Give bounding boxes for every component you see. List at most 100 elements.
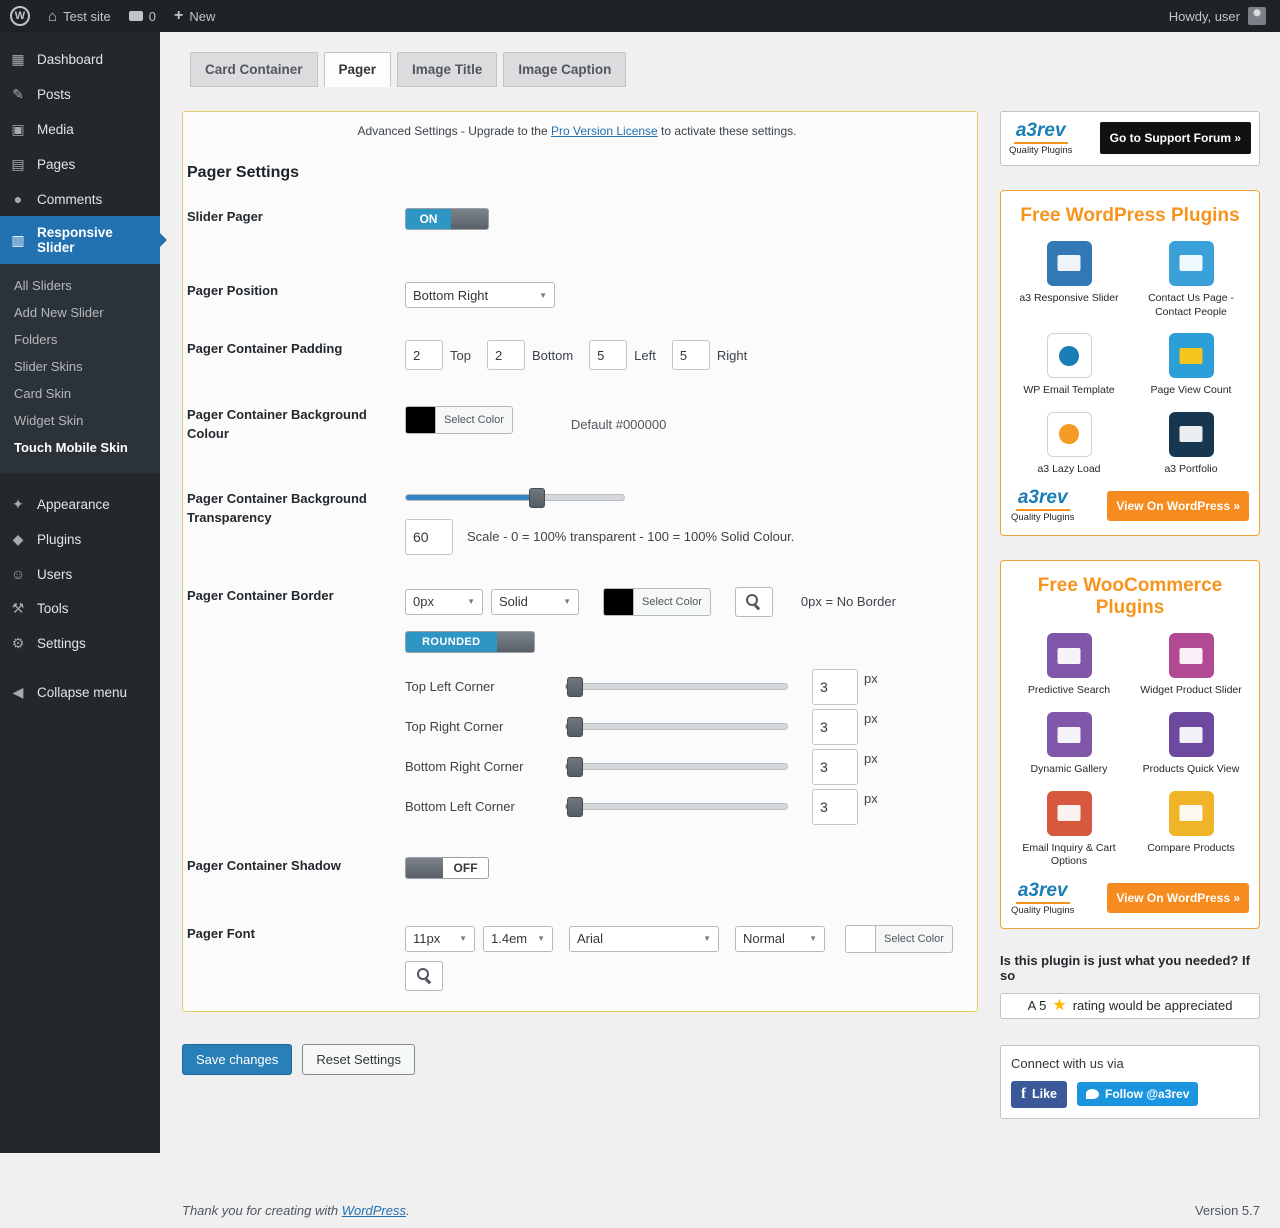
pager-border-label: Pager Container Border <box>187 587 405 829</box>
top-right-corner-slider[interactable] <box>565 723 788 730</box>
padding-left-word: Left <box>634 348 656 363</box>
submenu-add-new-slider[interactable]: Add New Slider <box>0 299 160 326</box>
new-content-menu[interactable]: + New <box>174 8 215 24</box>
slider-fill <box>406 495 537 500</box>
padding-left-input[interactable] <box>589 340 627 370</box>
transparency-slider[interactable] <box>405 494 625 501</box>
account-menu[interactable]: Howdy, user <box>1169 7 1266 25</box>
slider-knob[interactable] <box>567 677 583 697</box>
star-icon: ★ <box>1052 998 1066 1014</box>
go-to-support-forum-button[interactable]: Go to Support Forum » <box>1100 122 1251 154</box>
slider-knob[interactable] <box>529 488 545 508</box>
submenu-widget-skin[interactable]: Widget Skin <box>0 407 160 434</box>
bg-colour-picker-button[interactable]: Select Color <box>405 406 513 434</box>
pager-position-value: Bottom Right <box>413 288 488 303</box>
sidebar-item-settings[interactable]: ⚙ Settings <box>0 626 160 661</box>
twitter-follow-button[interactable]: Follow @a3rev <box>1077 1082 1198 1106</box>
font-size-select[interactable]: 11px ▼ <box>405 926 475 952</box>
font-line-height-select[interactable]: 1.4em ▼ <box>483 926 553 952</box>
pager-bg-colour-control: Select Color Default #000000 <box>405 406 967 444</box>
reset-settings-button[interactable]: Reset Settings <box>302 1044 415 1075</box>
bottom-right-corner-slider[interactable] <box>565 763 788 770</box>
plugin-caption: Contact Us Page - Contact People <box>1135 292 1247 319</box>
sidebar-item-media[interactable]: ▣ Media <box>0 112 160 147</box>
save-changes-button[interactable]: Save changes <box>182 1044 292 1075</box>
plugins-icon: ◆ <box>8 531 28 548</box>
pager-shadow-toggle[interactable]: OFF <box>405 857 489 879</box>
sidebar-item-comments[interactable]: ● Comments <box>0 182 160 216</box>
sidebar-item-dashboard[interactable]: ▦ Dashboard <box>0 42 160 77</box>
plugin-item[interactable]: Page View Count <box>1133 333 1249 398</box>
five-star-rating-link[interactable]: A 5 ★ rating would be appreciated <box>1000 993 1260 1019</box>
sidebar-item-responsive-slider[interactable]: ▥ Responsive Slider <box>0 216 160 264</box>
sidebar-item-pages[interactable]: ▤ Pages <box>0 147 160 182</box>
pager-position-select[interactable]: Bottom Right ▼ <box>405 282 555 308</box>
site-name-link[interactable]: ⌂ Test site <box>48 9 111 24</box>
padding-right-input[interactable] <box>672 340 710 370</box>
padding-top-input[interactable] <box>405 340 443 370</box>
sidebar-item-posts[interactable]: ✎ Posts <box>0 77 160 112</box>
slider-knob[interactable] <box>567 757 583 777</box>
view-on-wordpress-button[interactable]: View On WordPress » <box>1107 883 1249 913</box>
connect-box: Connect with us via f Like Follow @a3rev <box>1000 1045 1260 1119</box>
sidebar-item-users[interactable]: ☺ Users <box>0 557 160 591</box>
plugin-item[interactable]: Contact Us Page - Contact People <box>1133 241 1249 319</box>
border-style-select[interactable]: Solid ▼ <box>491 589 579 615</box>
rounded-corners-toggle[interactable]: ROUNDED <box>405 631 535 653</box>
plugin-item[interactable]: Products Quick View <box>1133 712 1249 777</box>
font-weight-select[interactable]: Normal ▼ <box>735 926 825 952</box>
submenu-slider-skins[interactable]: Slider Skins <box>0 353 160 380</box>
contact-us-page-plugin-icon <box>1169 241 1214 286</box>
tab-card-container[interactable]: Card Container <box>190 52 318 87</box>
submenu-folders[interactable]: Folders <box>0 326 160 353</box>
sidebar-item-appearance[interactable]: ✦ Appearance <box>0 487 160 522</box>
padding-bottom-input[interactable] <box>487 340 525 370</box>
submenu-all-sliders[interactable]: All Sliders <box>0 272 160 299</box>
plugin-item[interactable]: Widget Product Slider <box>1133 633 1249 698</box>
bottom-left-corner-input[interactable] <box>812 789 858 825</box>
view-on-wordpress-button[interactable]: View On WordPress » <box>1107 491 1249 521</box>
border-preview-button[interactable] <box>735 587 773 617</box>
plugin-item[interactable]: a3 Portfolio <box>1133 412 1249 477</box>
plugin-item[interactable]: Compare Products <box>1133 791 1249 869</box>
sidebar-item-tools[interactable]: ⚒ Tools <box>0 591 160 626</box>
submenu-touch-mobile-skin[interactable]: Touch Mobile Skin <box>0 434 160 461</box>
top-right-corner-input[interactable] <box>812 709 858 745</box>
wordpress-logo-menu[interactable]: W <box>10 6 30 26</box>
sidebar-item-plugins[interactable]: ◆ Plugins <box>0 522 160 557</box>
chevron-down-icon: ▼ <box>459 934 467 943</box>
sidebar-item-label: Dashboard <box>37 52 103 67</box>
border-colour-picker-button[interactable]: Select Color <box>603 588 711 616</box>
plugin-item[interactable]: Dynamic Gallery <box>1011 712 1127 777</box>
plugin-item[interactable]: a3 Lazy Load <box>1011 412 1127 477</box>
font-preview-button[interactable] <box>405 961 443 991</box>
comments-shortcut[interactable]: 0 <box>129 9 156 24</box>
tab-image-caption[interactable]: Image Caption <box>503 52 626 87</box>
slider-pager-toggle[interactable]: ON <box>405 208 489 230</box>
top-left-corner-slider[interactable] <box>565 683 788 690</box>
font-family-select[interactable]: Arial ▼ <box>569 926 719 952</box>
sidebar-item-collapse-menu[interactable]: ◀ Collapse menu <box>0 675 160 710</box>
pro-version-license-link[interactable]: Pro Version License <box>551 124 658 138</box>
submenu-card-skin[interactable]: Card Skin <box>0 380 160 407</box>
bottom-left-corner-slider[interactable] <box>565 803 788 810</box>
transparency-scale-text: Scale - 0 = 100% transparent - 100 = 100… <box>467 529 794 544</box>
facebook-like-button[interactable]: f Like <box>1011 1081 1067 1108</box>
rating-prefix: A 5 <box>1028 998 1047 1013</box>
sidebar-item-label: Tools <box>37 601 69 616</box>
plugin-item[interactable]: a3 Responsive Slider <box>1011 241 1127 319</box>
wordpress-link[interactable]: WordPress <box>342 1203 406 1218</box>
plugin-item[interactable]: Predictive Search <box>1011 633 1127 698</box>
facebook-like-label: Like <box>1032 1087 1057 1101</box>
border-width-select[interactable]: 0px ▼ <box>405 589 483 615</box>
plugin-item[interactable]: WP Email Template <box>1011 333 1127 398</box>
top-left-corner-input[interactable] <box>812 669 858 705</box>
plugin-item[interactable]: Email Inquiry & Cart Options <box>1011 791 1127 869</box>
bottom-right-corner-input[interactable] <box>812 749 858 785</box>
slider-knob[interactable] <box>567 797 583 817</box>
tab-pager[interactable]: Pager <box>324 52 392 87</box>
transparency-value-input[interactable] <box>405 519 453 555</box>
slider-knob[interactable] <box>567 717 583 737</box>
font-colour-picker-button[interactable]: Select Color <box>845 925 953 953</box>
tab-image-title[interactable]: Image Title <box>397 52 497 87</box>
